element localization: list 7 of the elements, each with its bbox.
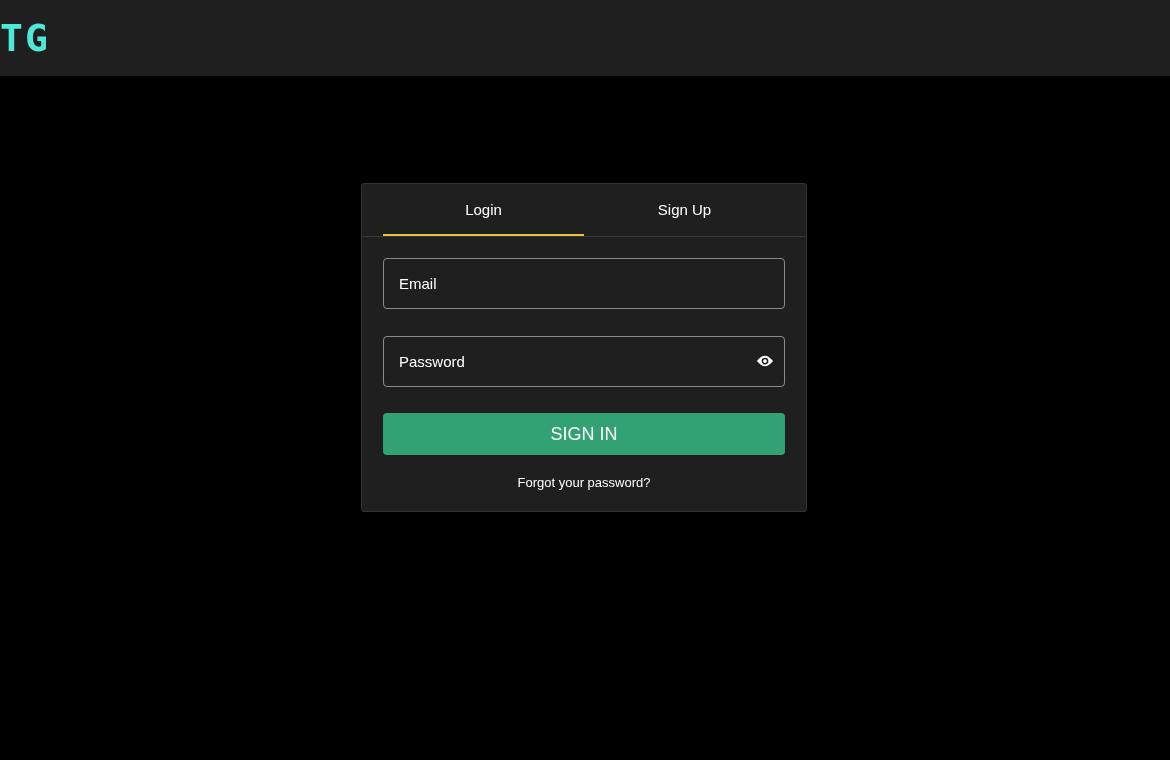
tab[interactable]: Login <box>383 184 584 236</box>
eye-icon[interactable] <box>756 355 774 367</box>
forgot-password-link[interactable]: Forgot your password? <box>517 475 651 490</box>
email-field[interactable]: Email <box>383 258 785 309</box>
logo[interactable]: TG <box>0 19 50 57</box>
password-field[interactable]: Password <box>383 336 785 387</box>
tab[interactable]: Sign Up <box>584 184 785 236</box>
